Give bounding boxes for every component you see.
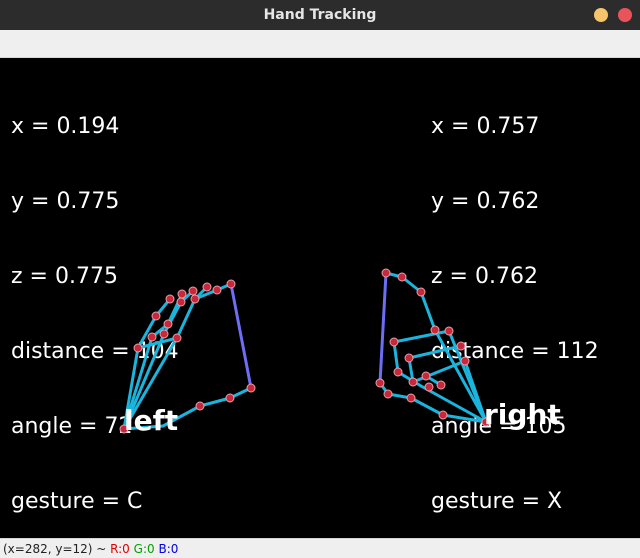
left-joint xyxy=(172,333,182,343)
left-joint xyxy=(202,282,212,292)
right-joint xyxy=(430,325,440,335)
window-title: Hand Tracking xyxy=(263,7,377,23)
left-joint xyxy=(177,289,187,299)
right-hand-skeleton xyxy=(378,271,488,424)
right-joint xyxy=(460,356,470,366)
right-joint xyxy=(397,272,407,282)
left-hand-label: left xyxy=(124,404,178,437)
pixel-r-value: R:0 xyxy=(110,541,130,556)
left-joint xyxy=(163,319,173,329)
right-joint xyxy=(421,371,431,381)
right-bone xyxy=(409,396,445,417)
left-joint xyxy=(195,401,205,411)
right-hand-joints xyxy=(375,268,491,427)
right-hand-label: right xyxy=(484,398,561,431)
right-bone-highlight xyxy=(378,271,388,385)
left-bone-highlight xyxy=(229,282,253,390)
right-joint xyxy=(436,380,446,390)
right-joint xyxy=(381,268,391,278)
right-joint xyxy=(438,410,448,420)
left-joint xyxy=(212,285,222,295)
left-joint xyxy=(133,343,143,353)
right-joint xyxy=(406,393,416,403)
right-joint xyxy=(375,378,385,388)
right-bone xyxy=(407,344,463,360)
pixel-b-value: B:0 xyxy=(158,541,179,556)
left-joint xyxy=(176,297,186,307)
left-joint xyxy=(188,286,198,296)
right-joint xyxy=(404,353,414,363)
right-joint xyxy=(408,377,418,387)
title-bar: Hand Tracking xyxy=(0,0,640,30)
close-button[interactable] xyxy=(618,8,632,22)
cursor-coords: (x=282, y=12) ~ xyxy=(3,541,111,556)
left-joint xyxy=(225,393,235,403)
right-joint xyxy=(393,367,403,377)
pixel-g-value: G:0 xyxy=(133,541,155,556)
right-bone xyxy=(419,290,437,332)
status-bar: (x=282, y=12) ~ R:0 G:0 B:0 xyxy=(0,538,640,558)
right-joint xyxy=(389,337,399,347)
left-bone xyxy=(198,396,232,408)
right-joint xyxy=(444,326,454,336)
left-joint xyxy=(226,279,236,289)
left-joint xyxy=(246,383,256,393)
left-joint xyxy=(165,294,175,304)
left-bone xyxy=(162,300,183,336)
left-joint xyxy=(151,311,161,321)
minimize-button[interactable] xyxy=(594,8,608,22)
left-joint xyxy=(147,332,157,342)
right-joint xyxy=(456,341,466,351)
right-joint xyxy=(383,389,393,399)
left-joint xyxy=(159,329,169,339)
right-joint xyxy=(424,382,434,392)
right-joint xyxy=(416,287,426,297)
hand-skeleton-overlay: left right xyxy=(119,268,561,437)
toolbar xyxy=(0,30,640,58)
left-joint xyxy=(190,294,200,304)
right-bone xyxy=(392,340,400,374)
